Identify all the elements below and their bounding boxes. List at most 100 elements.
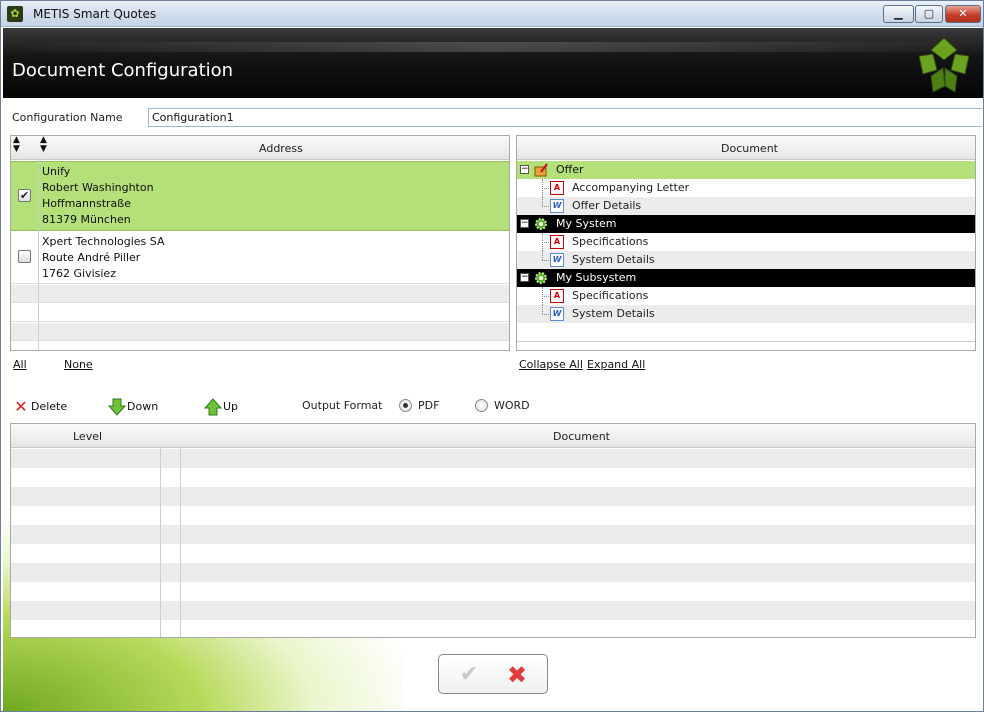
tree-group-label: My Subsystem: [556, 271, 637, 284]
offer-icon: [534, 163, 548, 177]
grid-row: [11, 487, 975, 506]
tree-item-label: Offer Details: [572, 199, 642, 212]
config-name-label: Configuration Name: [12, 111, 123, 124]
tree-item-label: System Details: [572, 307, 655, 320]
tree-connector: [542, 197, 543, 206]
tree-item[interactable]: A Accompanying Letter: [517, 179, 975, 197]
level-document-grid: Level Document: [10, 423, 976, 638]
tree-group-my-subsystem[interactable]: − My Subsystem: [517, 269, 975, 287]
row-checkbox[interactable]: [18, 250, 31, 263]
pdf-radio-label: PDF: [418, 399, 440, 412]
select-all-link[interactable]: All: [13, 358, 27, 371]
tree-item[interactable]: W Offer Details: [517, 197, 975, 215]
grid-row: [11, 449, 975, 468]
address-line: 1762 Givisiez: [42, 267, 116, 280]
grid-header: Level Document: [11, 424, 975, 448]
delete-label: Delete: [31, 400, 68, 413]
minimize-button[interactable]: ▁: [883, 5, 914, 23]
collapse-toggle-icon[interactable]: −: [520, 273, 529, 282]
window-title: METIS Smart Quotes: [33, 7, 157, 21]
empty-row: [517, 323, 975, 342]
select-none-link[interactable]: None: [64, 358, 93, 371]
column-divider: [38, 160, 39, 350]
arrow-down-icon: [108, 398, 126, 416]
grid-row: [11, 525, 975, 544]
document-header: Document: [517, 136, 975, 160]
grid-row: [11, 468, 975, 487]
sort-arrows-icon[interactable]: ▲ ▼: [13, 136, 20, 154]
tree-connector: [542, 305, 543, 314]
grid-row: [11, 544, 975, 563]
tree-group-my-system[interactable]: − My System: [517, 215, 975, 233]
address-column-title: Address: [259, 142, 303, 155]
title-bar: ✿ METIS Smart Quotes ▁ ▢ ✕: [1, 1, 983, 27]
address-line: Robert Washinghton: [42, 181, 154, 194]
tree-item-label: Specifications: [572, 289, 649, 302]
pdf-radio[interactable]: [399, 399, 412, 412]
address-line: Xpert Technologies SA: [42, 235, 165, 248]
maximize-button[interactable]: ▢: [915, 5, 943, 23]
address-panel: ▲ ▼ ▲ ▼ Address ✔ Unify Robert Washinghton…: [10, 135, 510, 351]
page-title: Document Configuration: [12, 60, 234, 81]
page-header: Document Configuration: [3, 28, 983, 98]
row-checkbox[interactable]: ✔: [18, 189, 31, 202]
arrow-up-icon: [204, 398, 222, 416]
level-column-title: Level: [73, 430, 103, 443]
cancel-x-icon[interactable]: ✖: [503, 661, 531, 689]
delete-button[interactable]: ✕ Delete: [12, 398, 72, 416]
collapse-toggle-icon[interactable]: −: [520, 165, 529, 174]
address-lines: Xpert Technologies SA Route André Piller…: [42, 234, 165, 282]
document-panel: Document − Offer A Accompanying Letter W…: [516, 135, 976, 351]
document-column-title: Document: [721, 142, 778, 155]
tree-item[interactable]: W System Details: [517, 251, 975, 269]
gear-icon: [535, 218, 547, 230]
address-line: 81379 München: [42, 213, 131, 226]
address-line: Route André Piller: [42, 251, 141, 264]
empty-row: [11, 285, 509, 303]
down-label: Down: [127, 400, 159, 413]
sort-arrows-icon[interactable]: ▲ ▼: [40, 136, 47, 154]
address-line: Hoffmannstraße: [42, 197, 131, 210]
grid-row: [11, 582, 975, 601]
grid-row: [11, 601, 975, 620]
word-radio-label: WORD: [494, 399, 530, 412]
column-divider: [180, 448, 181, 637]
collapse-toggle-icon[interactable]: −: [520, 219, 529, 228]
document-column-title: Document: [553, 430, 610, 443]
tree-group-offer[interactable]: − Offer: [517, 161, 975, 179]
app-window: ✿ METIS Smart Quotes ▁ ▢ ✕ Document Conf…: [0, 0, 984, 712]
grid-row: [11, 563, 975, 582]
gear-icon: [535, 272, 547, 284]
up-label: Up: [223, 400, 239, 413]
tree-item-label: Specifications: [572, 235, 649, 248]
grid-row: [11, 506, 975, 525]
move-up-button[interactable]: Up: [204, 398, 254, 416]
pdf-icon: A: [550, 235, 564, 249]
output-format-label: Output Format: [302, 399, 383, 412]
tree-group-label: My System: [556, 217, 617, 230]
pdf-icon: A: [550, 181, 564, 195]
address-row[interactable]: Xpert Technologies SA Route André Piller…: [11, 232, 509, 284]
tree-connector: [542, 251, 543, 260]
action-button-group: ✔ ✖: [438, 654, 548, 694]
delete-x-icon: ✕: [14, 397, 28, 416]
address-line: Unify: [42, 165, 71, 178]
header-stripe: [3, 42, 983, 52]
address-header: ▲ ▼ ▲ ▼ Address: [11, 136, 509, 160]
tree-item[interactable]: A Specifications: [517, 287, 975, 305]
pdf-icon: A: [550, 289, 564, 303]
word-icon: W: [550, 253, 564, 267]
tree-item[interactable]: A Specifications: [517, 233, 975, 251]
tree-item-label: System Details: [572, 253, 655, 266]
confirm-checkmark-icon[interactable]: ✔: [455, 661, 483, 689]
close-button[interactable]: ✕: [945, 5, 981, 23]
metis-logo-icon: [918, 37, 970, 93]
empty-row: [11, 304, 509, 322]
tree-item[interactable]: W System Details: [517, 305, 975, 323]
word-radio[interactable]: [475, 399, 488, 412]
expand-all-link[interactable]: Expand All: [587, 358, 645, 371]
address-row[interactable]: ✔ Unify Robert Washinghton Hoffmannstraß…: [11, 161, 509, 231]
collapse-all-link[interactable]: Collapse All: [519, 358, 583, 371]
move-down-button[interactable]: Down: [108, 398, 168, 416]
config-name-input[interactable]: [148, 108, 982, 127]
